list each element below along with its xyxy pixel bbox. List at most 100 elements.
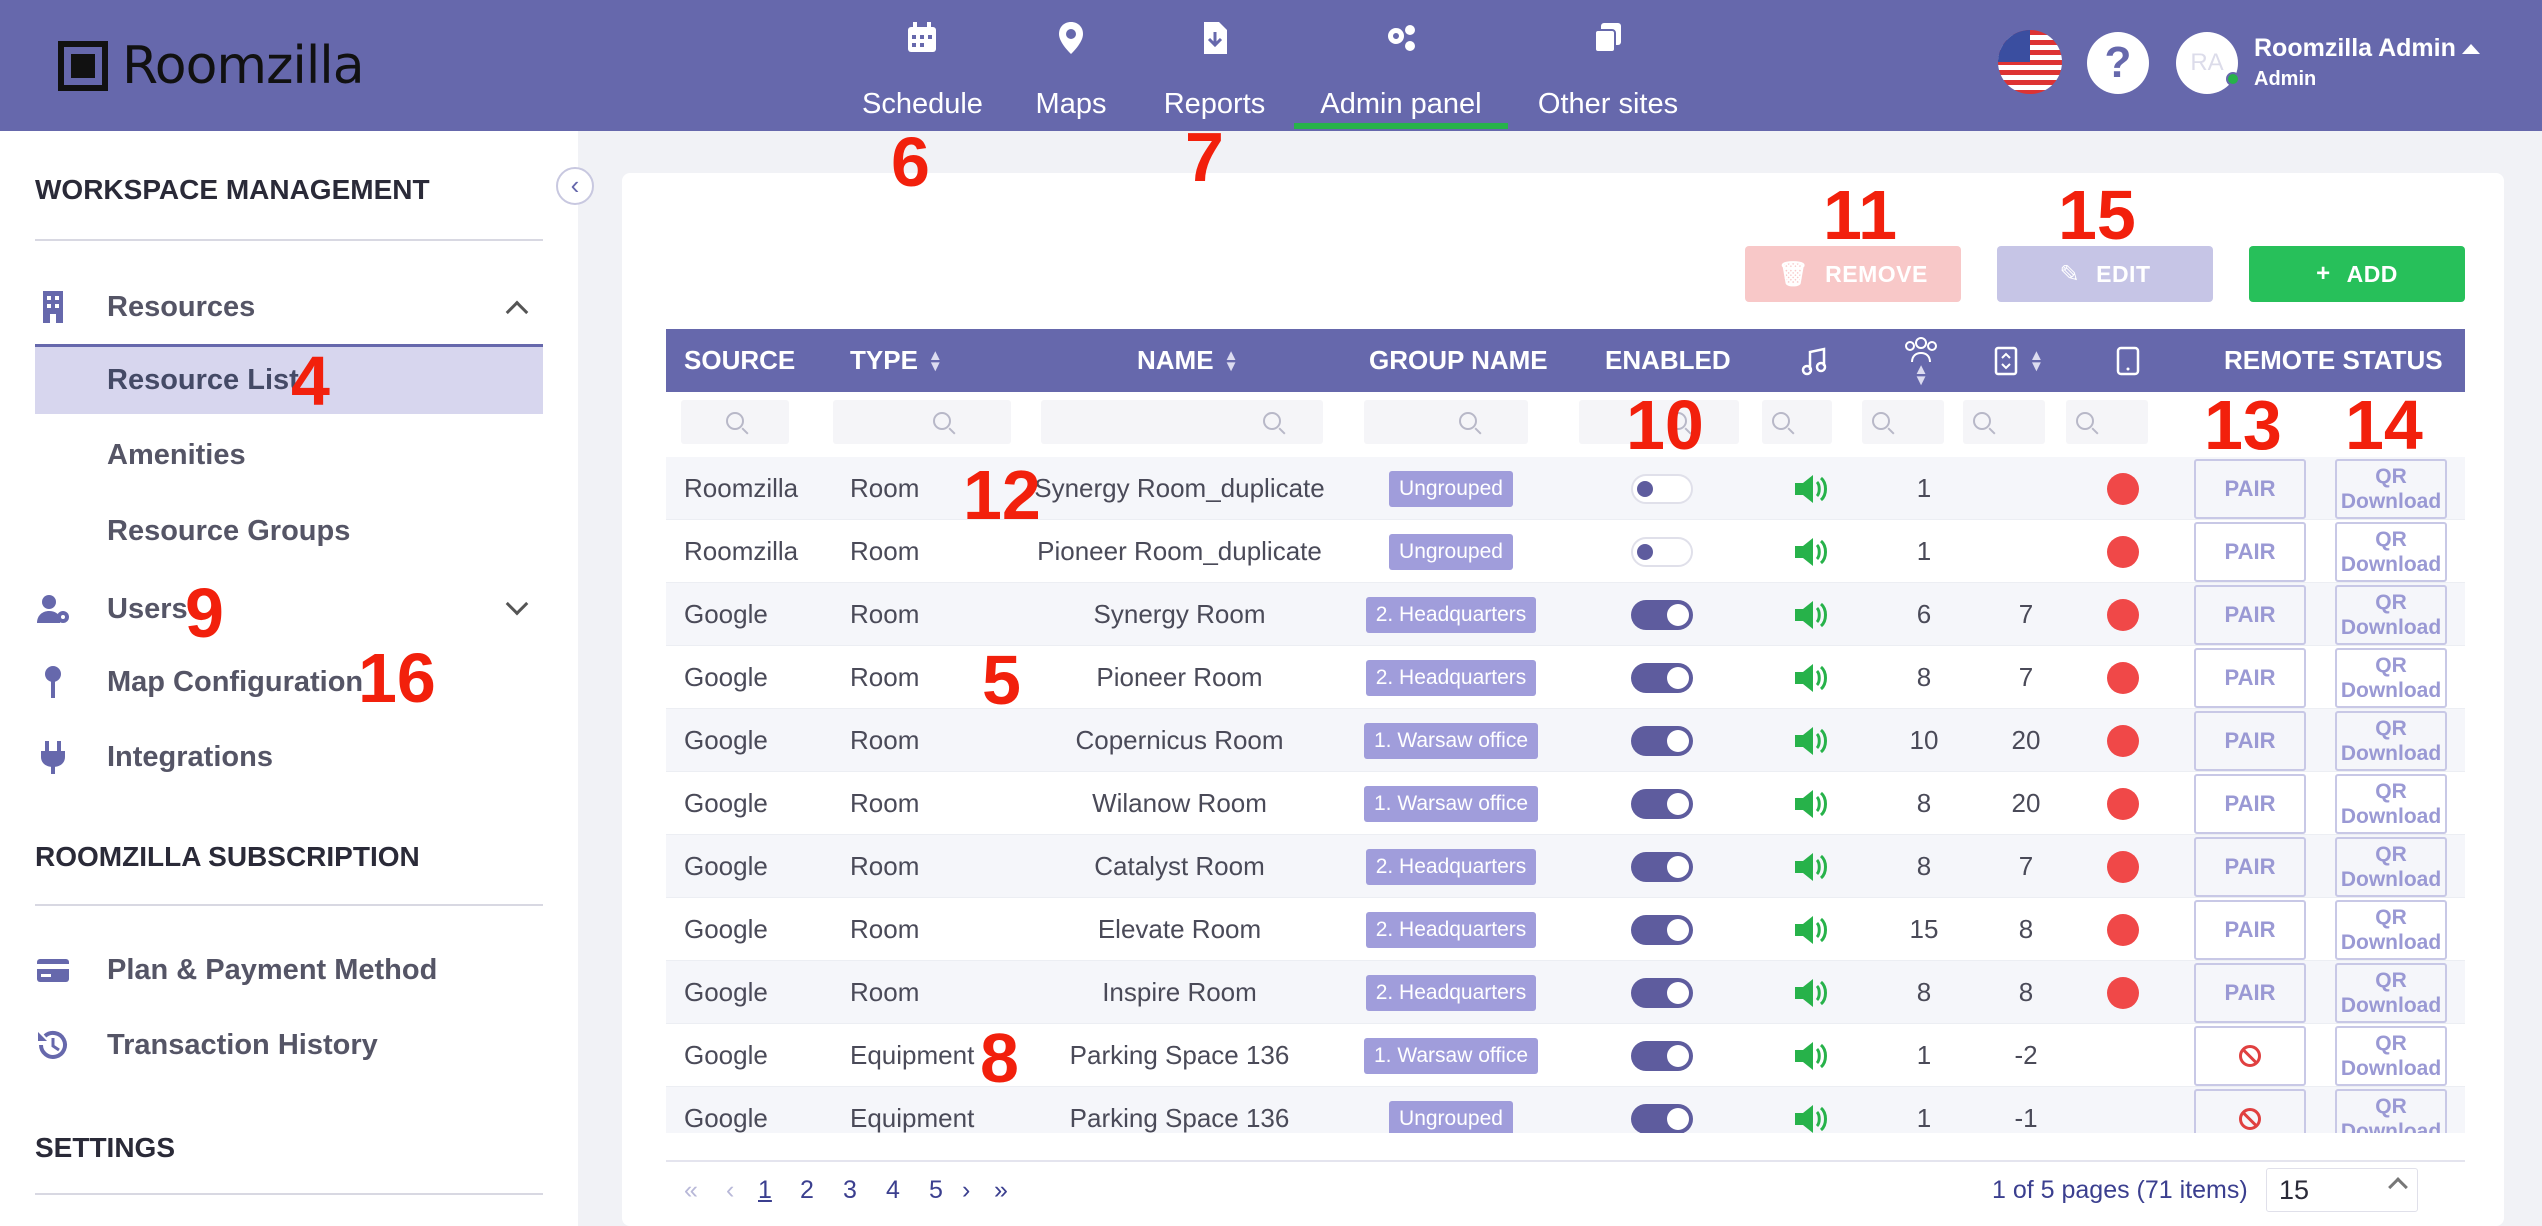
table-row[interactable]: Google Room Synergy Room 2. Headquarters 6 7 P…	[666, 583, 2465, 646]
enabled-toggle[interactable]	[1631, 725, 1693, 756]
sidebar-item-map-configuration[interactable]: Map Configuration	[35, 647, 543, 717]
col-capacity[interactable]: ▲ ▼	[1904, 329, 1938, 392]
help-icon[interactable]: ?	[2087, 32, 2149, 94]
table-row[interactable]: Google Room Wilanow Room 1. Warsaw office 8 2…	[666, 772, 2465, 835]
table-row[interactable]: Google Room Pioneer Room 2. Headquarters 8 7 P…	[666, 646, 2465, 709]
qr-download-button[interactable]: QR Download	[2335, 899, 2447, 960]
col-enabled[interactable]: ENABLED	[1605, 329, 1731, 392]
page-3[interactable]: 3	[843, 1176, 857, 1205]
pair-button[interactable]: PAIR	[2194, 773, 2306, 834]
pair-button[interactable]: PAIR	[2194, 458, 2306, 519]
enabled-toggle[interactable]	[1631, 1103, 1693, 1133]
sidebar-item-resource-list[interactable]: Resource List	[35, 344, 543, 414]
filter-floor-input[interactable]	[1963, 400, 2045, 444]
edit-button[interactable]: ✎ EDIT	[1997, 246, 2213, 302]
page-2[interactable]: 2	[800, 1176, 814, 1205]
qr-download-button[interactable]: QR Download	[2335, 962, 2447, 1023]
sidebar-item-amenities[interactable]: Amenities	[35, 420, 543, 490]
qr-download-button[interactable]: QR Download	[2335, 710, 2447, 771]
sidebar-item-integrations[interactable]: Integrations	[35, 722, 543, 792]
speaker-icon[interactable]	[1791, 595, 1831, 635]
logo[interactable]: Roomzilla	[58, 36, 365, 96]
enabled-toggle[interactable]	[1631, 914, 1693, 945]
enabled-toggle[interactable]	[1631, 788, 1693, 819]
col-sound[interactable]	[1800, 329, 1830, 392]
qr-download-button[interactable]: QR Download	[2335, 647, 2447, 708]
sort-icon[interactable]: ▲ ▼	[1914, 362, 1929, 388]
pair-button[interactable]: PAIR	[2194, 836, 2306, 897]
sort-icon[interactable]: ▲ ▼	[1224, 348, 1239, 374]
speaker-icon[interactable]	[1791, 973, 1831, 1013]
col-source[interactable]: SOURCE	[684, 329, 795, 392]
qr-download-button[interactable]: QR Download	[2335, 584, 2447, 645]
table-row[interactable]: Roomzilla Room Synergy Room_duplicate Ungro…	[666, 457, 2465, 520]
filter-group-input[interactable]	[1364, 400, 1528, 444]
col-group-name[interactable]: GROUP NAME	[1369, 329, 1548, 392]
col-type[interactable]: TYPE ▲ ▼	[850, 329, 943, 392]
first-page-icon[interactable]: «	[684, 1176, 698, 1205]
nav-schedule[interactable]: Schedule	[862, 18, 983, 128]
nav-maps[interactable]: Maps	[1031, 18, 1111, 128]
pair-button[interactable]: PAIR	[2194, 584, 2306, 645]
pair-button[interactable]: PAIR	[2194, 521, 2306, 582]
pair-button[interactable]: PAIR	[2194, 710, 2306, 771]
sidebar-item-resources[interactable]: Resources	[35, 272, 543, 342]
speaker-icon[interactable]	[1791, 721, 1831, 761]
pair-button[interactable]: PAIR	[2194, 647, 2306, 708]
filter-sound-input[interactable]	[1762, 400, 1832, 444]
sidebar-item-plan-payment[interactable]: Plan & Payment Method	[35, 935, 543, 1005]
qr-download-button[interactable]: QR Download	[2335, 1088, 2447, 1133]
enabled-toggle[interactable]	[1631, 662, 1693, 693]
speaker-icon[interactable]	[1791, 847, 1831, 887]
qr-download-button[interactable]: QR Download	[2335, 458, 2447, 519]
col-name[interactable]: NAME ▲ ▼	[1137, 329, 1238, 392]
caret-up-icon[interactable]	[2462, 44, 2480, 54]
sort-icon[interactable]: ▲ ▼	[2029, 348, 2044, 374]
pair-button[interactable]: PAIR	[2194, 899, 2306, 960]
enabled-toggle[interactable]	[1631, 977, 1693, 1008]
chevron-down-icon[interactable]	[505, 592, 529, 616]
table-row[interactable]: Google Room Elevate Room 2. Headquarters 15 8…	[666, 898, 2465, 961]
enabled-toggle[interactable]	[1631, 1040, 1693, 1071]
enabled-toggle[interactable]	[1631, 851, 1693, 882]
user-name[interactable]: Roomzilla Admin	[2254, 34, 2456, 63]
table-row[interactable]: Google Equipment Parking Space 136 1. Warsa…	[666, 1024, 2465, 1087]
enabled-toggle[interactable]	[1631, 536, 1693, 567]
chevron-up-icon[interactable]	[505, 300, 529, 324]
speaker-icon[interactable]	[1791, 532, 1831, 572]
qr-download-button[interactable]: QR Download	[2335, 521, 2447, 582]
speaker-icon[interactable]	[1791, 658, 1831, 698]
prev-page-icon[interactable]: ‹	[726, 1176, 734, 1205]
enabled-toggle[interactable]	[1631, 599, 1693, 630]
collapse-sidebar-button[interactable]: ‹	[556, 167, 594, 205]
enabled-toggle[interactable]	[1631, 473, 1693, 504]
speaker-icon[interactable]	[1791, 469, 1831, 509]
remove-button[interactable]: 🗑 REMOVE	[1745, 246, 1961, 302]
last-page-icon[interactable]: »	[994, 1176, 1008, 1205]
filter-source-input[interactable]	[681, 400, 789, 444]
qr-download-button[interactable]: QR Download	[2335, 1025, 2447, 1086]
sort-icon[interactable]: ▲ ▼	[928, 348, 943, 374]
nav-admin-panel[interactable]: Admin panel	[1318, 18, 1484, 128]
col-floor[interactable]: ▲ ▼	[1993, 329, 2044, 392]
filter-device-input[interactable]	[2066, 400, 2148, 444]
col-device[interactable]	[2115, 329, 2141, 392]
table-row[interactable]: Google Room Copernicus Room 1. Warsaw offic…	[666, 709, 2465, 772]
speaker-icon[interactable]	[1791, 1099, 1831, 1134]
filter-type-input[interactable]	[833, 400, 1011, 444]
nav-reports[interactable]: Reports	[1162, 18, 1267, 128]
page-5[interactable]: 5	[929, 1176, 943, 1205]
table-row[interactable]: Google Equipment Parking Space 136 Ungroupe…	[666, 1087, 2465, 1133]
filter-capacity-input[interactable]	[1862, 400, 1944, 444]
speaker-icon[interactable]	[1791, 1036, 1831, 1076]
sidebar-item-users[interactable]: Users	[35, 574, 543, 644]
nav-other-sites[interactable]: Other sites	[1535, 18, 1681, 128]
pair-button[interactable]: PAIR	[2194, 962, 2306, 1023]
pair-disabled-button[interactable]	[2194, 1025, 2306, 1086]
sidebar-item-resource-groups[interactable]: Resource Groups	[35, 496, 543, 566]
col-remote-status[interactable]: REMOTE STATUS	[2224, 329, 2443, 392]
pair-disabled-button[interactable]	[2194, 1088, 2306, 1133]
page-1[interactable]: 1	[758, 1176, 772, 1205]
us-flag-icon[interactable]	[1998, 30, 2062, 94]
qr-download-button[interactable]: QR Download	[2335, 836, 2447, 897]
